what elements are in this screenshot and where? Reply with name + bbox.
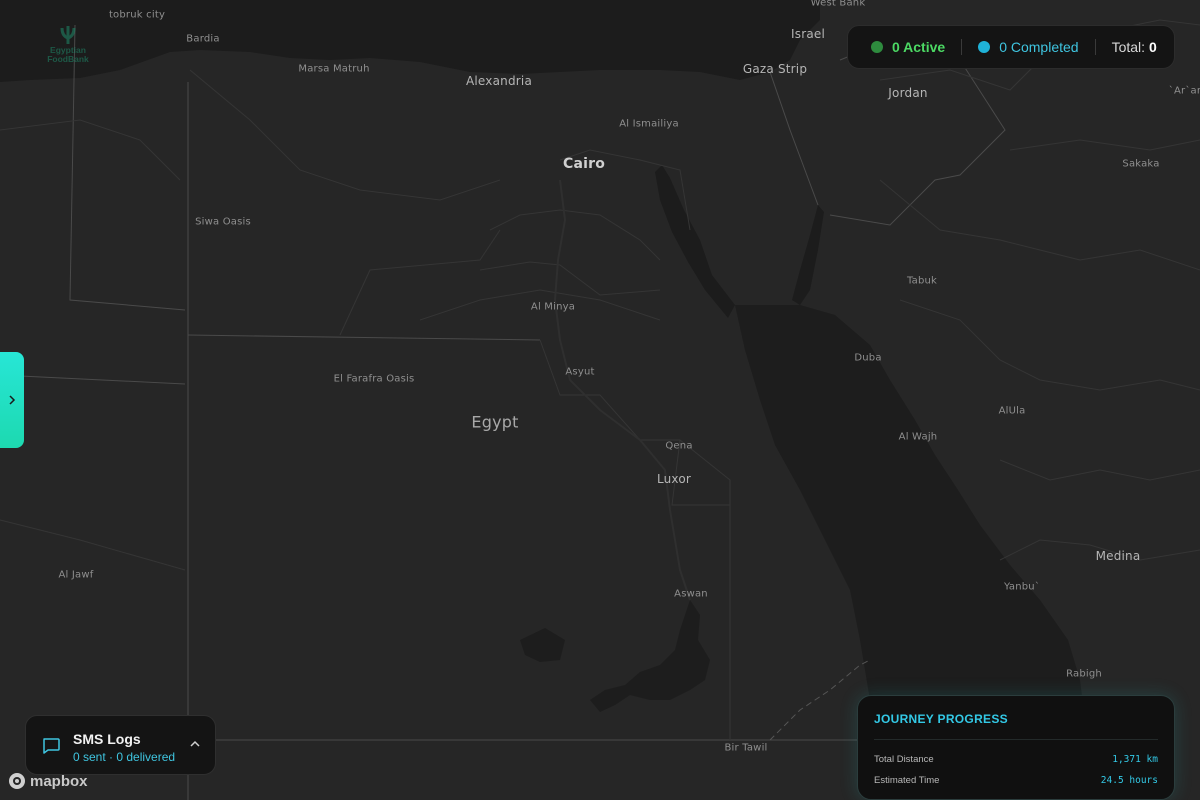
place-label: Egypt [471,412,519,432]
mapbox-attribution[interactable]: mapbox [8,772,88,790]
active-stat[interactable]: 0 Active [871,39,945,55]
place-label: Marsa Matruh [298,63,370,75]
time-value: 24.5 hours [1100,775,1158,786]
journey-row-distance: Total Distance 1,371 km [874,754,1158,765]
place-label: Sakaka [1122,158,1160,170]
time-label: Estimated Time [874,775,940,786]
wheat-icon [60,26,76,44]
place-label: Bir Tawil [724,742,768,754]
total-stat: Total: 0 [1112,39,1157,55]
map-canvas[interactable] [0,0,1200,800]
sms-subtitle: 0 sent · 0 delivered [73,750,176,764]
place-label: `Ar`ar [1168,85,1200,97]
chat-bubble-icon [43,738,60,754]
place-label: Cairo [562,156,606,172]
place-label: Asyut [565,366,595,378]
place-label: tobruk city [108,9,166,21]
sms-logs-card[interactable]: SMS Logs 0 sent · 0 delivered [25,715,216,775]
logo-line2: FoodBank [47,54,89,64]
place-label: Al Wajh [898,431,938,443]
place-label: Alexandria [465,74,533,88]
distance-value: 1,371 km [1112,754,1158,765]
place-label: Al Jawf [58,569,94,581]
place-label: Luxor [656,472,692,486]
active-dot-icon [871,41,883,53]
sms-title: SMS Logs [73,731,141,747]
chevron-up-icon[interactable] [190,740,200,748]
place-label: Qena [665,440,693,452]
active-label: 0 Active [892,39,946,55]
place-label: Gaza Strip [742,62,808,76]
place-label: AlUla [998,405,1026,417]
journey-row-time: Estimated Time 24.5 hours [874,775,1158,786]
place-label: Jordan [888,86,928,100]
completed-dot-icon [978,41,991,53]
place-label: Israel [791,27,825,41]
place-label: Siwa Oasis [195,216,251,228]
mapbox-wordmark: mapbox [30,772,88,790]
place-label: Bardia [186,33,220,45]
chevron-right-icon [9,395,16,405]
total-label: Total: [1111,39,1146,55]
place-label: Al Ismailiya [619,118,679,130]
place-label: West Bank [810,0,866,9]
place-label: Aswan [674,588,708,600]
status-panel: 0 Active 0 Completed Total: 0 [847,25,1175,69]
completed-stat[interactable]: 0 Completed [978,39,1079,55]
place-label: El Farafra Oasis [333,373,415,385]
place-label: Al Minya [530,301,576,313]
place-label: Rabigh [1066,668,1102,680]
place-label: Medina [1095,549,1141,563]
completed-label: 0 Completed [999,39,1079,55]
divider [1094,39,1096,55]
sidebar-toggle-button[interactable] [0,352,24,448]
egyptian-foodbank-logo: Egyptian FoodBank [38,24,98,64]
journey-title: JOURNEY PROGRESS [874,712,1008,726]
total-value: 0 [1149,39,1157,55]
distance-label: Total Distance [874,754,934,765]
place-label: Duba [854,352,882,364]
mapbox-logo-icon [9,773,25,789]
place-label: Yanbu` [1003,581,1041,593]
divider [961,39,963,55]
divider [874,739,1158,740]
place-label: Tabuk [906,275,938,287]
journey-progress-panel: JOURNEY PROGRESS Total Distance 1,371 km… [857,695,1175,800]
